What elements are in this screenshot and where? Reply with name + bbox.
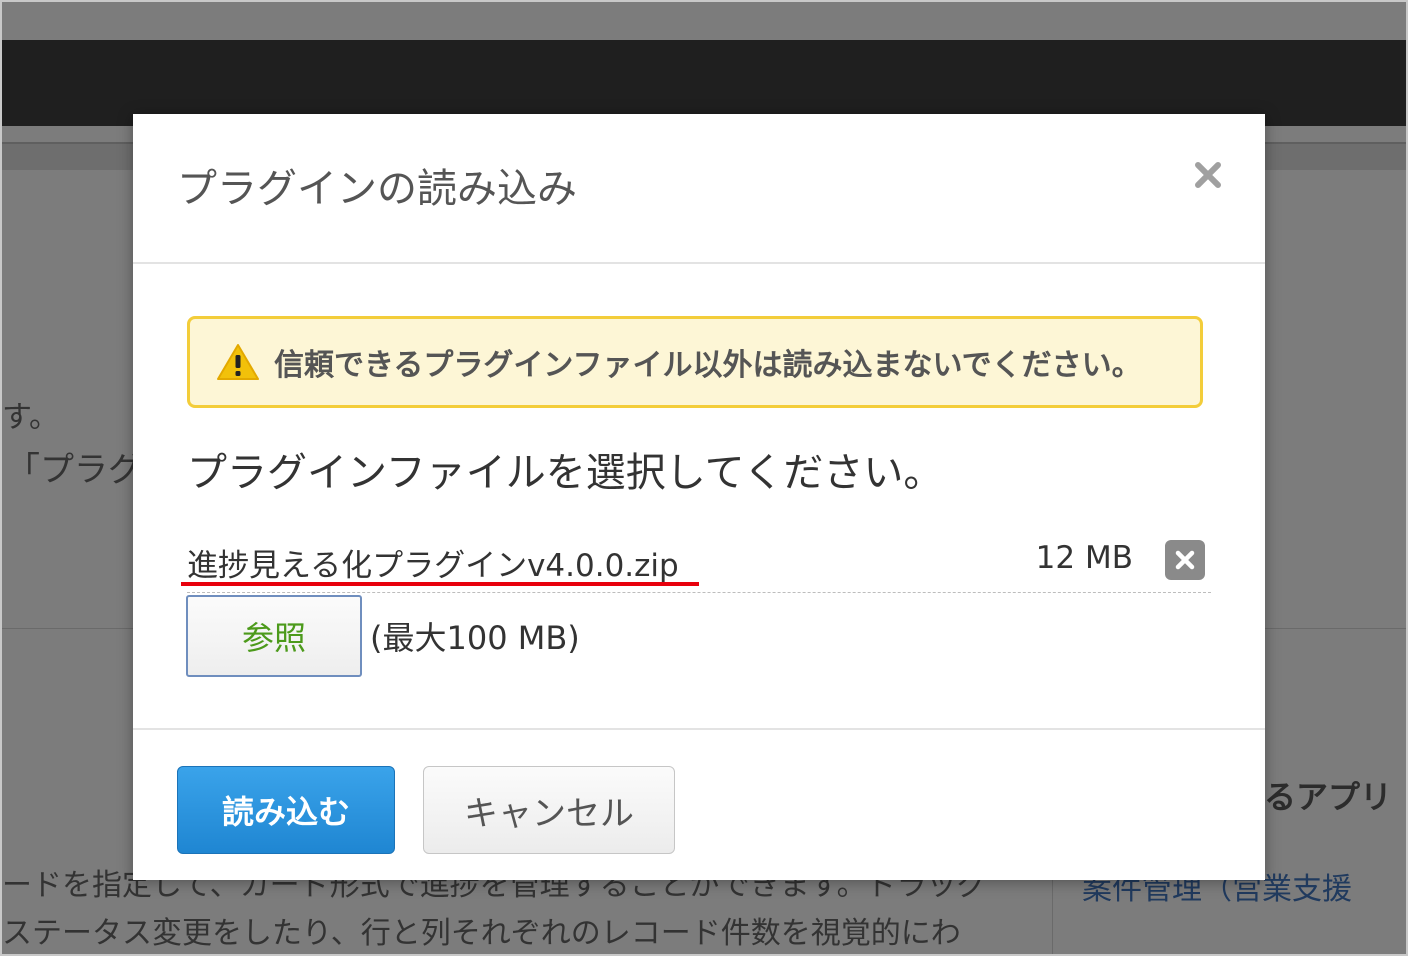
browse-row: 参照 (最大100 MB) — [186, 594, 580, 678]
screen: す。 「プラグ るアプリ 案件管理（営業支援 ードを指定して、カード形式で進捗を… — [0, 0, 1408, 956]
background-text-fragment: 「プラグ — [6, 450, 142, 490]
warning-alert: 信頼できるプラグインファイル以外は読み込まないでください。 — [187, 316, 1203, 408]
dialog-footer: 読み込む キャンセル — [133, 728, 1265, 880]
instruction-text: プラグインファイルを選択してください。 — [187, 450, 944, 496]
background-description-line: ステータス変更をしたり、行と列それぞれのレコード件数を視覚的にわ — [2, 916, 961, 951]
selected-file-row: 進捗見える化プラグインv4.0.0.zip 12 MB — [181, 532, 1211, 593]
close-button[interactable] — [1191, 158, 1225, 192]
cancel-button[interactable]: キャンセル — [423, 766, 675, 854]
remove-file-button[interactable] — [1165, 540, 1205, 580]
dialog-title: プラグインの読み込み — [177, 166, 577, 212]
import-button[interactable]: 読み込む — [177, 766, 395, 854]
warning-text: 信頼できるプラグインファイル以外は読み込まないでください。 — [274, 348, 1142, 383]
dialog-header: プラグインの読み込み — [133, 114, 1265, 264]
file-name: 進捗見える化プラグインv4.0.0.zip — [187, 548, 679, 584]
file-name-highlight — [181, 582, 699, 586]
remove-file-icon — [1175, 550, 1195, 570]
warning-icon — [217, 344, 259, 380]
background-apps-title: るアプリ — [1264, 778, 1393, 816]
browse-button[interactable]: 参照 — [186, 595, 362, 677]
close-icon — [1195, 162, 1221, 188]
file-size: 12 MB — [1035, 540, 1133, 576]
max-file-size-text: (最大100 MB) — [370, 619, 580, 657]
plugin-import-dialog: プラグインの読み込み 信頼できるプラグインファイル以外は読み込まないでください。… — [133, 114, 1265, 880]
background-text-fragment: す。 — [2, 400, 59, 435]
